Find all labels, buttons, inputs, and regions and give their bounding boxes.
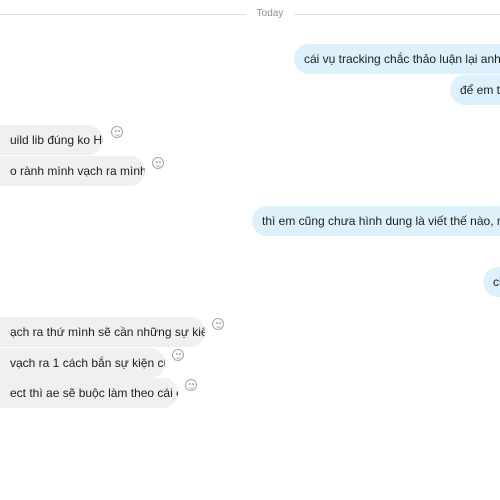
react-emoji-icon[interactable] <box>212 318 224 330</box>
divider-label: Today <box>256 8 284 19</box>
message-bubble-outgoing[interactable]: cái vụ tracking chắc thảo luận lại anh à… <box>294 44 500 74</box>
message-bubble-outgoing[interactable]: thì em cũng chưa hình dung là viết thế n… <box>252 206 500 236</box>
react-emoji-mouth <box>155 163 161 167</box>
react-emoji-icon[interactable] <box>152 157 164 169</box>
react-emoji-icon[interactable] <box>185 379 197 391</box>
message-bubble-outgoing[interactable]: ch <box>483 267 500 297</box>
react-emoji-mouth <box>215 324 221 328</box>
react-emoji-mouth <box>114 132 120 136</box>
message-bubble-incoming[interactable]: ạch ra thứ mình sẽ cần những sự kiện nào <box>0 317 205 347</box>
react-emoji-icon[interactable] <box>111 126 123 138</box>
divider-line-left <box>0 14 246 15</box>
message-bubble-incoming[interactable]: uild lib đúng ko Huy? <box>0 125 103 155</box>
conversation-view: Today cái vụ tracking chắc thảo luận lại… <box>0 0 500 500</box>
react-emoji-icon[interactable] <box>172 349 184 361</box>
message-bubble-incoming[interactable]: o rành mình vạch ra mình làm <box>0 156 145 186</box>
react-emoji-mouth <box>175 355 181 359</box>
divider-line-right <box>294 14 500 15</box>
message-bubble-incoming[interactable]: vạch ra 1 cách bắn sự kiện chung <box>0 348 165 378</box>
message-bubble-outgoing[interactable]: để em te <box>450 75 500 105</box>
message-bubble-incoming[interactable]: ect thì ae sẽ buộc làm theo cái e làm <box>0 378 178 408</box>
react-emoji-mouth <box>188 385 194 389</box>
day-divider: Today <box>0 6 500 22</box>
